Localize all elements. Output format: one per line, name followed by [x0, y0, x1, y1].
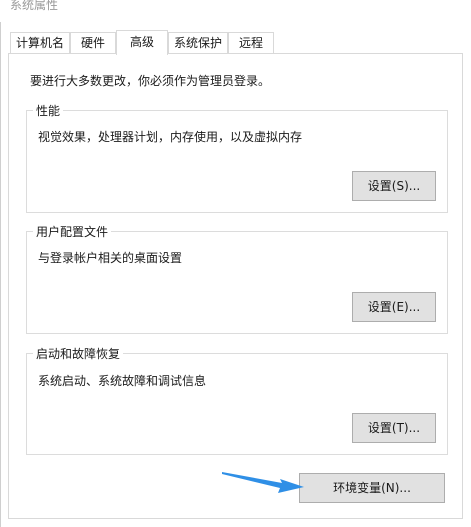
group-startup-recovery-description: 系统启动、系统故障和调试信息	[38, 374, 207, 388]
group-startup-recovery-legend: 启动和故障恢复	[33, 345, 124, 362]
group-user-profiles-description: 与登录帐户相关的桌面设置	[38, 251, 183, 265]
window-left-edge	[0, 22, 1, 527]
tab-system-protection[interactable]: 系统保护	[168, 32, 228, 54]
tab-advanced[interactable]: 高级	[116, 30, 168, 55]
startup-recovery-settings-button[interactable]: 设置(T)...	[352, 413, 436, 443]
group-performance-description: 视觉效果，处理器计划，内存使用，以及虚拟内存	[38, 130, 303, 144]
tab-computer-name[interactable]: 计算机名	[10, 32, 70, 54]
tab-remote[interactable]: 远程	[228, 32, 274, 54]
tab-strip: 计算机名 硬件 高级 系统保护 远程	[0, 30, 471, 55]
title-bar: 系统属性	[0, 0, 471, 22]
window-title: 系统属性	[10, 0, 59, 12]
group-performance-legend: 性能	[33, 102, 64, 119]
group-startup-recovery: 启动和故障恢复 系统启动、系统故障和调试信息 设置(T)...	[26, 345, 448, 455]
group-user-profiles: 用户配置文件 与登录帐户相关的桌面设置 设置(E)...	[26, 223, 448, 334]
admin-note: 要进行大多数更改，你必须作为管理员登录。	[30, 74, 271, 88]
performance-settings-button[interactable]: 设置(S)...	[352, 171, 436, 201]
arrow-right-icon	[222, 472, 304, 493]
group-performance: 性能 视觉效果，处理器计划，内存使用，以及虚拟内存 设置(S)...	[26, 102, 448, 213]
environment-variables-button[interactable]: 环境变量(N)...	[299, 473, 445, 503]
group-user-profiles-legend: 用户配置文件	[33, 223, 112, 240]
tab-hardware[interactable]: 硬件	[70, 32, 116, 54]
user-profiles-settings-button[interactable]: 设置(E)...	[352, 292, 436, 322]
